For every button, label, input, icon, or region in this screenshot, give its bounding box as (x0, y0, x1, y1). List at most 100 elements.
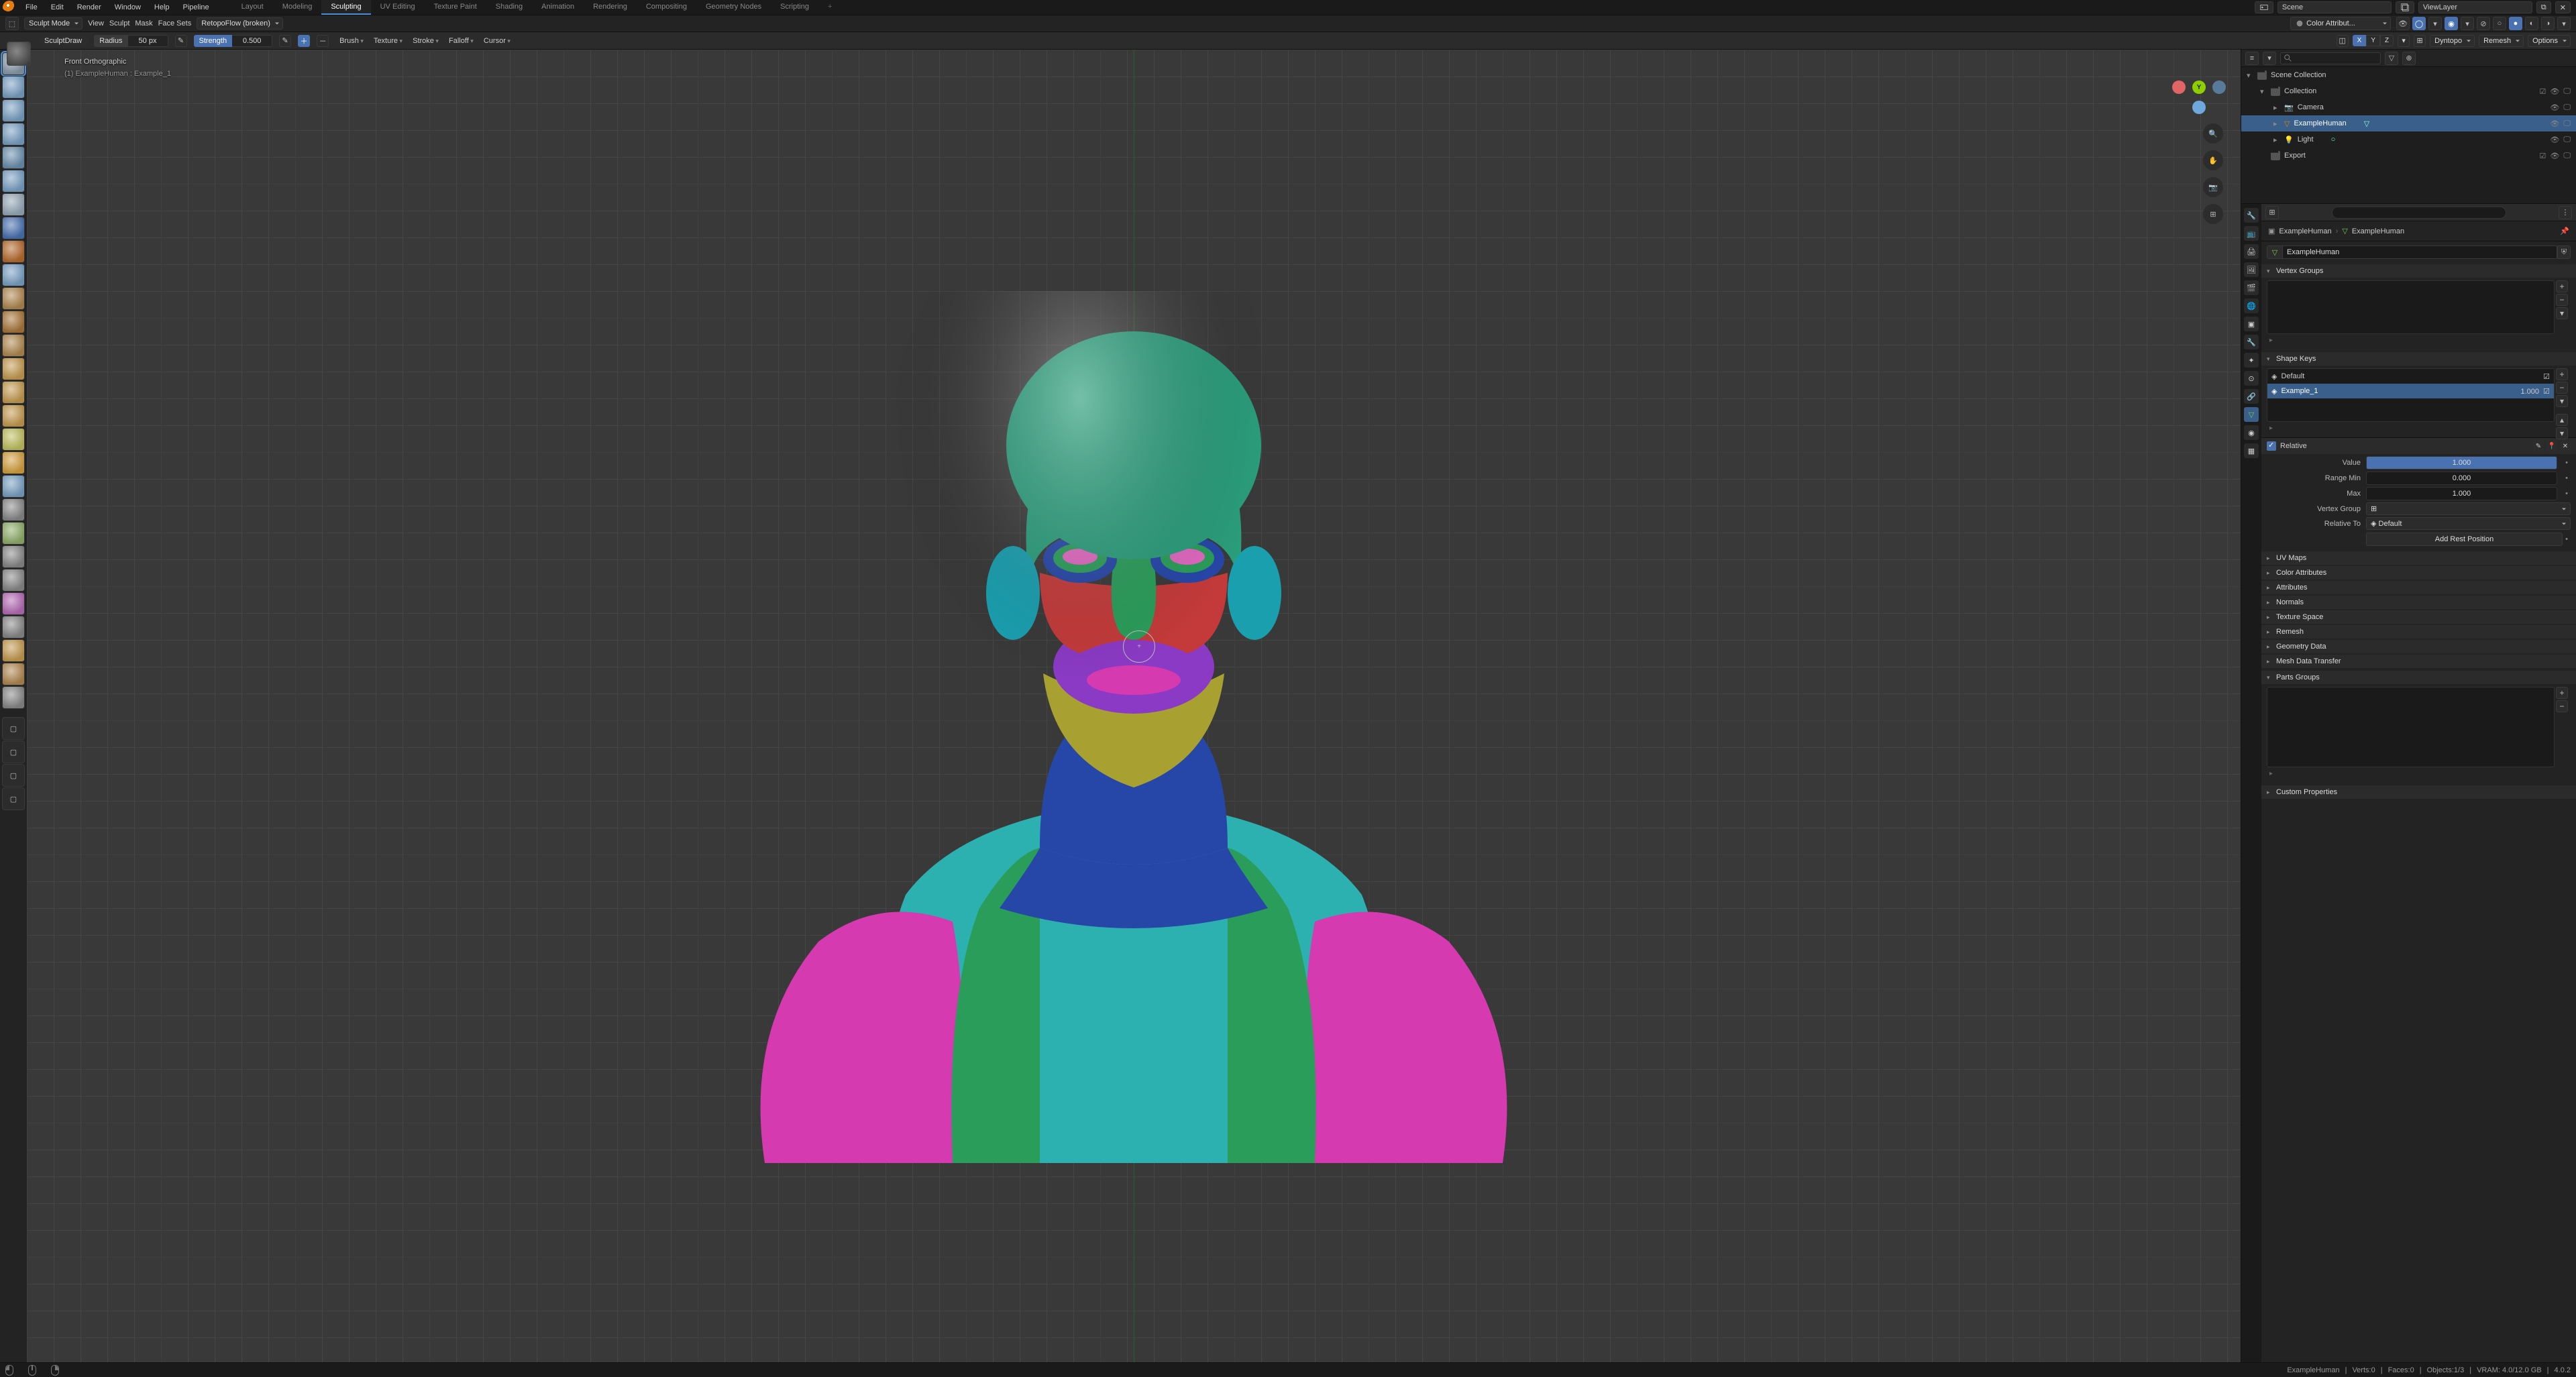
tab-material[interactable]: ◉ (2244, 425, 2259, 440)
sculpt-tool-12[interactable] (2, 334, 25, 357)
sculpt-tool-8[interactable] (2, 240, 25, 263)
outliner-filter-icon[interactable]: ▽ (2385, 52, 2398, 65)
overlay-dropdown[interactable]: ▾ (2461, 17, 2474, 30)
outliner-item-light[interactable]: ▸💡 Light ○ 👁🖵 (2241, 131, 2576, 148)
max-field[interactable]: 1.000 (2366, 487, 2557, 500)
pan-icon[interactable]: ✋ (2203, 150, 2223, 170)
scene-icon-button[interactable] (2255, 1, 2273, 13)
panel-header[interactable]: Mesh Data Transfer (2261, 655, 2576, 668)
shapekey-anim-icon[interactable]: ✕ (2560, 441, 2571, 451)
exclude-icon[interactable]: ☑ (2540, 87, 2546, 96)
shapekey-basis-mute[interactable]: ☑ (2543, 372, 2550, 381)
sculpt-tool-26[interactable] (2, 663, 25, 685)
brush-preview-icon[interactable] (7, 42, 31, 66)
disable-icon[interactable]: 🖵 (2563, 87, 2571, 96)
tab-tool[interactable]: 🔧 (2244, 208, 2259, 223)
exclude-icon[interactable]: ☑ (2540, 152, 2546, 160)
radius-value[interactable]: 50 px (128, 35, 168, 47)
shading-matprev[interactable]: ◐ (2525, 17, 2538, 30)
outliner-search[interactable] (2280, 52, 2381, 64)
tab-particles[interactable]: ✦ (2244, 353, 2259, 368)
popover-falloff[interactable]: Falloff (445, 36, 478, 46)
tab-scene[interactable]: 🎬 (2244, 280, 2259, 295)
sculpt-tool-18[interactable] (2, 475, 25, 498)
panel-header-custom-properties[interactable]: Custom Properties (2261, 785, 2576, 799)
panel-header-shape-keys[interactable]: Shape Keys (2261, 352, 2576, 366)
menu-render[interactable]: Render (70, 1, 108, 14)
mirror-icon[interactable]: ◫ (2337, 35, 2349, 47)
shapekey-menu[interactable]: ▾ (2556, 395, 2568, 407)
shapekey-move-up[interactable]: ▴ (2556, 414, 2568, 426)
max-anim-dot[interactable]: • (2563, 490, 2571, 498)
radius-pressure[interactable]: ✎ (175, 35, 187, 47)
hide-box-tool[interactable]: ▢ (2, 764, 25, 787)
shapekey-edit-mode-icon[interactable]: ✎ (2533, 441, 2544, 451)
sculpt-tool-16[interactable] (2, 428, 25, 451)
select-visible-icon[interactable]: 👁 (2396, 17, 2410, 30)
remesh-menu[interactable]: Remesh (2479, 35, 2524, 47)
panel-header[interactable]: Attributes (2261, 581, 2576, 594)
sculpt-tool-20[interactable] (2, 522, 25, 545)
tab-viewlayer[interactable]: 🖼 (2244, 262, 2259, 277)
mask-box-tool[interactable]: ▢ (2, 717, 25, 740)
tab-texture[interactable]: ▦ (2244, 443, 2259, 458)
mesh-fake-user[interactable]: ⛨ (2557, 245, 2571, 259)
sculpt-tool-3[interactable] (2, 123, 25, 146)
hide-icon[interactable]: 👁 (2550, 103, 2559, 112)
breadcrumb-object[interactable]: ExampleHuman (2279, 227, 2331, 235)
mesh-datablock-icon[interactable]: ▽ (2267, 245, 2283, 259)
relative-checkbox[interactable] (2267, 441, 2276, 451)
brush-direction-sub[interactable]: － (317, 35, 329, 47)
gizmo-dropdown[interactable]: ▾ (2428, 17, 2442, 30)
scene-selector[interactable]: Scene (2277, 1, 2392, 13)
popover-cursor[interactable]: Cursor (480, 36, 515, 46)
viewlayer-selector[interactable]: ViewLayer (2418, 1, 2532, 13)
shape-keys-list[interactable]: ◈ Default ☑ ◈ Example_1 1.000 ☑ (2267, 368, 2555, 422)
viewlayer-icon-button[interactable] (2396, 1, 2414, 13)
sculpt-tool-6[interactable] (2, 193, 25, 216)
workspace-shading[interactable]: Shading (486, 0, 532, 15)
sym-x[interactable]: X (2353, 35, 2367, 46)
tab-modifiers[interactable]: 🔧 (2244, 335, 2259, 349)
panel-header[interactable]: Color Attributes (2261, 566, 2576, 580)
sculpt-tool-21[interactable] (2, 545, 25, 568)
sculpt-tool-23[interactable] (2, 592, 25, 615)
workspace-texpaint[interactable]: Texture Paint (425, 0, 486, 15)
viewlayer-remove[interactable]: ✕ (2555, 1, 2571, 13)
pin-icon[interactable]: 📌 (2560, 227, 2569, 235)
disable-icon[interactable]: 🖵 (2563, 103, 2571, 112)
sculpt-tool-17[interactable] (2, 451, 25, 474)
outliner-item-examplehuman[interactable]: ▸▽ ExampleHuman ▽ 👁🖵 (2241, 115, 2576, 131)
strength-pressure[interactable]: ✎ (279, 35, 291, 47)
panel-header[interactable]: UV Maps (2261, 551, 2576, 565)
add-rest-position-button[interactable]: Add Rest Position (2366, 533, 2563, 546)
strength-value[interactable]: 0.500 (232, 35, 272, 47)
workspace-rendering[interactable]: Rendering (584, 0, 637, 15)
popover-texture[interactable]: Texture (370, 36, 407, 46)
outliner-scene-collection[interactable]: ▾ Scene Collection (2241, 67, 2576, 83)
shapekey-pin-icon[interactable]: 📍 (2546, 441, 2557, 451)
shapekey-move-down[interactable]: ▾ (2556, 427, 2568, 439)
brush-name[interactable]: SculptDraw (39, 36, 87, 46)
vgroup-add[interactable]: + (2556, 280, 2568, 292)
workspace-uv[interactable]: UV Editing (371, 0, 425, 15)
sculpt-tool-22[interactable] (2, 569, 25, 592)
menu-window[interactable]: Window (108, 1, 148, 14)
brush-radius[interactable]: Radius 50 px (94, 35, 168, 47)
brush-strength[interactable]: Strength 0.500 (194, 35, 273, 47)
sculpt-tool-4[interactable] (2, 146, 25, 169)
xray-toggle[interactable]: ⊘ (2477, 17, 2490, 30)
workspace-add[interactable]: + (818, 0, 841, 15)
shapekey-active-value[interactable]: 1.000 (2520, 388, 2539, 396)
value-anim-dot[interactable]: • (2563, 459, 2571, 467)
menu-file[interactable]: File (19, 1, 44, 14)
sym-z[interactable]: Z (2380, 35, 2394, 46)
vgroup-menu[interactable]: ▾ (2556, 307, 2568, 319)
sculpt-tool-2[interactable] (2, 99, 25, 122)
tab-output[interactable]: 🖨 (2244, 244, 2259, 259)
brush-direction-add[interactable]: ＋ (298, 35, 310, 47)
workspace-compositing[interactable]: Compositing (637, 0, 696, 15)
popover-stroke[interactable]: Stroke (409, 36, 443, 46)
tab-world[interactable]: 🌐 (2244, 298, 2259, 313)
relativeto-selector[interactable]: ◈ Default (2366, 517, 2571, 530)
